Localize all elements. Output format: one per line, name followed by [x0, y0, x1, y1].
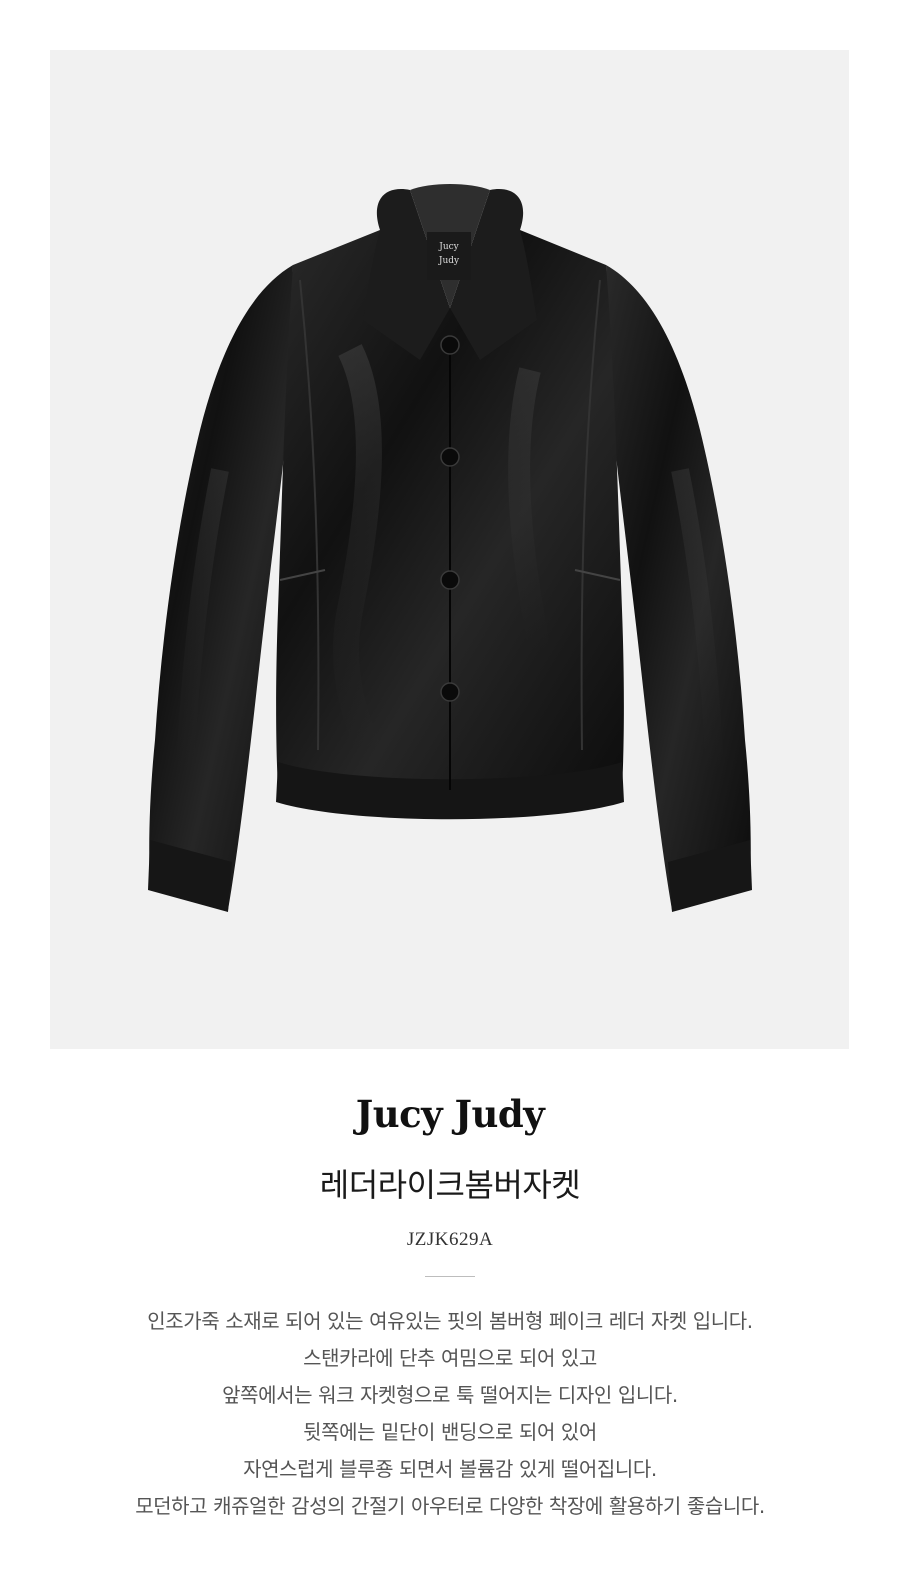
description-line: 뒷쪽에는 밑단이 밴딩으로 되어 있어: [303, 1420, 597, 1444]
product-image: Jucy Judy: [50, 50, 849, 1049]
description-line: 앞쪽에서는 워크 자켓형으로 툭 떨어지는 디자인 입니다.: [222, 1383, 678, 1407]
brand-logo: Jucy Judy: [355, 1092, 545, 1136]
leather-jacket-illustration: Jucy Judy: [148, 184, 752, 912]
product-description: 인조가죽 소재로 되어 있는 여유있는 핏의 봄버형 페이크 레더 자켓 입니다…: [0, 1303, 900, 1525]
button: [440, 682, 460, 702]
svg-text:Judy: Judy: [438, 256, 460, 266]
description-line: 인조가죽 소재로 되어 있는 여유있는 핏의 봄버형 페이크 레더 자켓 입니다…: [147, 1309, 753, 1333]
button: [440, 335, 460, 355]
description-line: 모던하고 캐쥬얼한 감성의 간절기 아우터로 다양한 착장에 활용하기 좋습니다…: [135, 1494, 765, 1518]
button: [440, 447, 460, 467]
svg-text:Jucy: Jucy: [438, 242, 459, 252]
product-code: JZJK629A: [406, 1229, 494, 1250]
description-line: 스탠카라에 단추 여밈으로 되어 있고: [303, 1346, 597, 1370]
left-sleeve: [149, 265, 293, 910]
divider: [425, 1276, 475, 1277]
right-sleeve: [606, 265, 751, 910]
description-line: 자연스럽게 블루죵 되면서 볼륨감 있게 떨어집니다.: [243, 1457, 657, 1481]
button: [440, 570, 460, 590]
product-name: 레더라이크봄버자켓: [319, 1166, 581, 1204]
